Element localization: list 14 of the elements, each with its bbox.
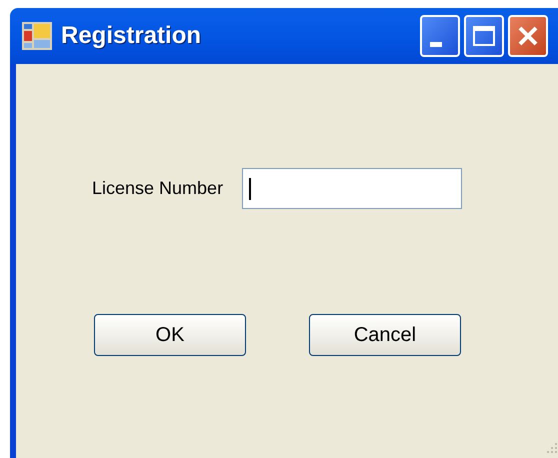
close-button[interactable] (508, 15, 548, 57)
maximize-button[interactable] (464, 15, 504, 57)
resize-grip-icon (546, 442, 558, 454)
minimize-icon (430, 42, 442, 47)
text-cursor (249, 178, 252, 200)
close-icon (517, 25, 539, 47)
app-icon (22, 22, 52, 50)
maximize-icon (473, 26, 495, 46)
dialog-button[interactable]: OK (94, 314, 246, 356)
minimize-button[interactable] (420, 15, 460, 57)
window-title: Registration (61, 21, 202, 51)
license-number-field[interactable] (242, 168, 462, 209)
field-label: License Number (92, 177, 224, 200)
dialog-button[interactable]: Cancel (309, 314, 461, 356)
